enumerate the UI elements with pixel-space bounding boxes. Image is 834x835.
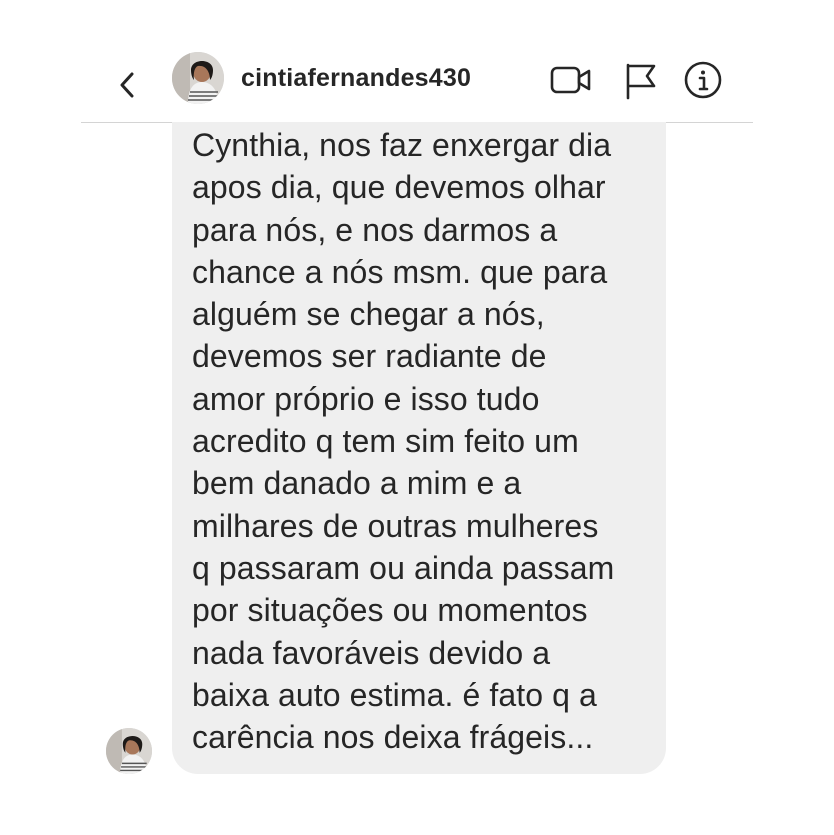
avatar[interactable] [172, 52, 224, 104]
header-username[interactable]: cintiafernandes430 [241, 64, 471, 93]
info-button[interactable] [681, 58, 725, 102]
report-button[interactable] [619, 58, 663, 102]
back-button[interactable] [109, 62, 143, 106]
sender-avatar[interactable] [106, 728, 152, 774]
video-camera-icon [550, 66, 591, 94]
chat-header: cintiafernandes430 [81, 52, 753, 123]
flag-icon [626, 63, 656, 100]
dm-screen: cintiafernandes430 Cynthia, nos faz enxe… [0, 0, 834, 835]
profile-photo [172, 52, 224, 104]
info-icon [684, 61, 722, 99]
profile-photo [106, 728, 152, 774]
chevron-left-icon [120, 72, 134, 98]
message-text: Cynthia, nos faz enxergar dia apos dia, … [192, 127, 615, 756]
video-call-button[interactable] [549, 58, 593, 102]
